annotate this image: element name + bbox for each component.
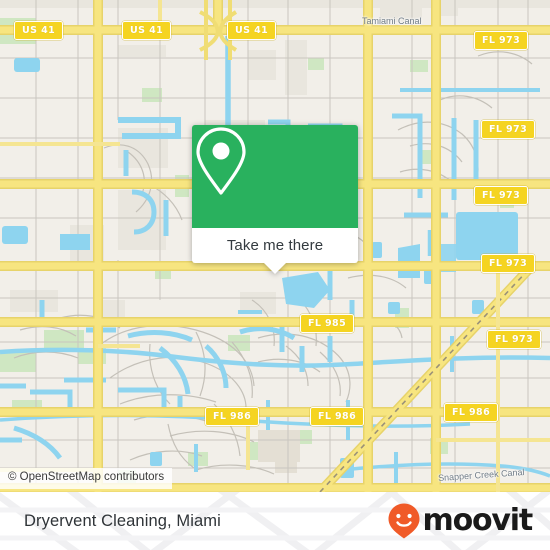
callout-pin-area — [192, 125, 358, 228]
road-shield-fl-973: FL 973 — [474, 186, 529, 205]
road-shield-us-41: US 41 — [227, 21, 277, 40]
callout-pointer — [264, 263, 286, 274]
road-shield-fl-986: FL 986 — [205, 407, 260, 426]
map-screenshot: Tamiami Canal Snapper Creek Canal US 41 … — [0, 0, 550, 550]
moovit-smiley-pin-icon — [388, 503, 420, 539]
road-shield-fl-973: FL 973 — [474, 31, 529, 50]
moovit-wordmark: moovit — [422, 503, 534, 538]
osm-attribution[interactable]: © OpenStreetMap contributors — [0, 468, 173, 489]
map-canvas[interactable]: Tamiami Canal Snapper Creek Canal US 41 … — [0, 0, 550, 492]
road-shield-fl-986: FL 986 — [444, 403, 499, 422]
footer-bar: Dryervent Cleaning, Miami moovit — [0, 492, 550, 550]
callout-action-bar[interactable]: Take me there — [192, 228, 358, 263]
road-shield-fl-986: FL 986 — [310, 407, 365, 426]
road-shield-us-41: US 41 — [14, 21, 64, 40]
place-title: Dryervent Cleaning, Miami — [24, 511, 221, 530]
road-shield-fl-973: FL 973 — [487, 330, 542, 349]
road-shield-fl-985: FL 985 — [300, 314, 355, 333]
take-me-there-callout[interactable]: Take me there — [192, 125, 358, 274]
location-pin-icon — [196, 127, 246, 195]
moovit-logo[interactable]: moovit — [387, 492, 534, 550]
road-shield-us-41: US 41 — [122, 21, 172, 40]
road-shield-fl-973: FL 973 — [481, 254, 536, 273]
take-me-there-label: Take me there — [226, 237, 324, 254]
water-label-tamiami-canal: Tamiami Canal — [362, 16, 422, 26]
road-shield-fl-973: FL 973 — [481, 120, 536, 139]
